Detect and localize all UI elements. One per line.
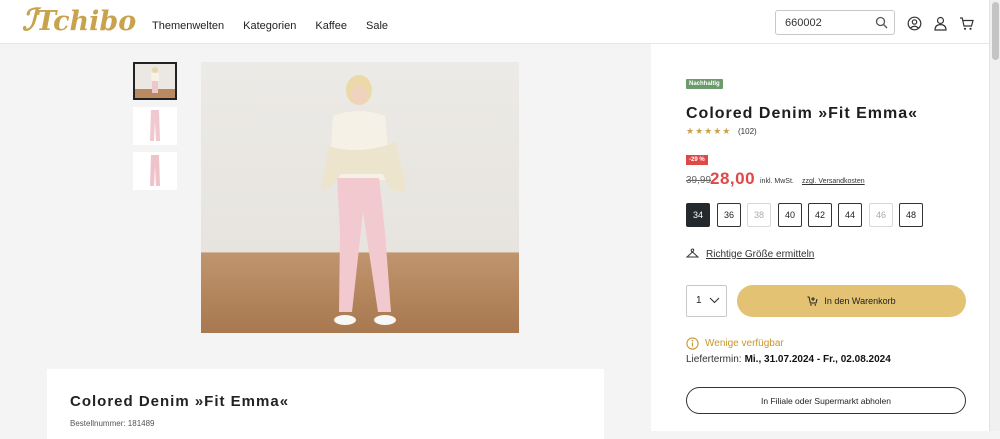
vat-note: inkl. MwSt.	[760, 178, 794, 185]
nav-item-kategorien[interactable]: Kategorien	[243, 20, 296, 32]
quantity-value: 1	[696, 295, 702, 306]
delivery-dates: Mi., 31.07.2024 - Fr., 02.08.2024	[744, 354, 891, 365]
account-circle-icon[interactable]	[907, 16, 922, 31]
cart-icon[interactable]	[959, 16, 974, 31]
main-product-image[interactable]	[201, 62, 519, 333]
thumbnail-3[interactable]	[133, 152, 177, 190]
search-box	[775, 10, 895, 35]
thumbnail-1[interactable]	[133, 62, 177, 100]
cart-plus-icon	[807, 296, 818, 306]
scrollbar[interactable]	[989, 0, 1000, 431]
rating-stars-text: ★★★★★	[686, 126, 732, 136]
availability-text: Wenige verfügbar	[705, 338, 784, 349]
store-pickup-label: In Filiale oder Supermarkt abholen	[761, 395, 891, 406]
model-figure	[321, 75, 406, 325]
sustainable-badge: Nachhaltig	[686, 79, 723, 89]
delivery-label: Liefertermin:	[686, 354, 742, 365]
store-pickup-button[interactable]: In Filiale oder Supermarkt abholen	[686, 387, 966, 414]
info-icon	[686, 337, 699, 350]
main-nav: Themenwelten Kategorien Kaffee Sale	[152, 20, 388, 32]
add-to-cart-button[interactable]: In den Warenkorb	[737, 285, 966, 317]
product-panel: Nachhaltig Colored Denim »Fit Emma« ★★★★…	[651, 44, 989, 431]
thumbnail-2[interactable]	[133, 107, 177, 145]
rating-stars[interactable]: ★★★★★	[686, 126, 731, 137]
nav-item-themenwelten[interactable]: Themenwelten	[152, 20, 224, 32]
size-option-40[interactable]: 40	[778, 203, 802, 227]
nav-item-sale[interactable]: Sale	[366, 20, 388, 32]
nav-item-kaffee[interactable]: Kaffee	[315, 20, 347, 32]
top-header: ℐTchibo Themenwelten Kategorien Kaffee S…	[0, 0, 1000, 44]
size-option-48[interactable]: 48	[899, 203, 923, 227]
old-price: 39,99	[686, 175, 712, 186]
scrollbar-thumb[interactable]	[992, 2, 999, 60]
details-title: Colored Denim »Fit Emma«	[70, 393, 290, 410]
size-guide-text: Richtige Größe ermitteln	[706, 248, 815, 260]
quantity-select[interactable]: 1	[686, 285, 727, 317]
hanger-icon	[686, 248, 699, 258]
chevron-down-icon	[709, 297, 720, 304]
size-option-38[interactable]: 38	[747, 203, 771, 227]
delivery-date: Liefertermin: Mi., 31.07.2024 - Fr., 02.0…	[686, 354, 891, 365]
size-option-36[interactable]: 36	[717, 203, 741, 227]
size-option-42[interactable]: 42	[808, 203, 832, 227]
size-option-34[interactable]: 34	[686, 203, 710, 227]
search-icon[interactable]	[875, 16, 888, 29]
order-number: Bestellnummer: 181489	[70, 419, 155, 428]
search-input[interactable]	[785, 11, 877, 34]
shipping-costs-link[interactable]: zzgl. Versandkosten	[802, 178, 865, 185]
add-to-cart-label: In den Warenkorb	[824, 296, 896, 306]
discount-badge: -29 %	[686, 155, 708, 165]
size-guide-link[interactable]: Richtige Größe ermitteln	[686, 248, 814, 260]
tchibo-logo[interactable]: ℐTchibo	[22, 3, 136, 38]
availability-status: Wenige verfügbar	[686, 337, 784, 350]
review-count[interactable]: (102)	[738, 127, 757, 136]
size-option-44[interactable]: 44	[838, 203, 862, 227]
product-details-card: Colored Denim »Fit Emma« Bestellnummer: …	[47, 369, 604, 439]
user-icon[interactable]	[933, 16, 948, 31]
current-price: 28,00	[710, 169, 756, 188]
size-option-46[interactable]: 46	[869, 203, 893, 227]
product-title: Colored Denim »Fit Emma«	[686, 105, 919, 122]
